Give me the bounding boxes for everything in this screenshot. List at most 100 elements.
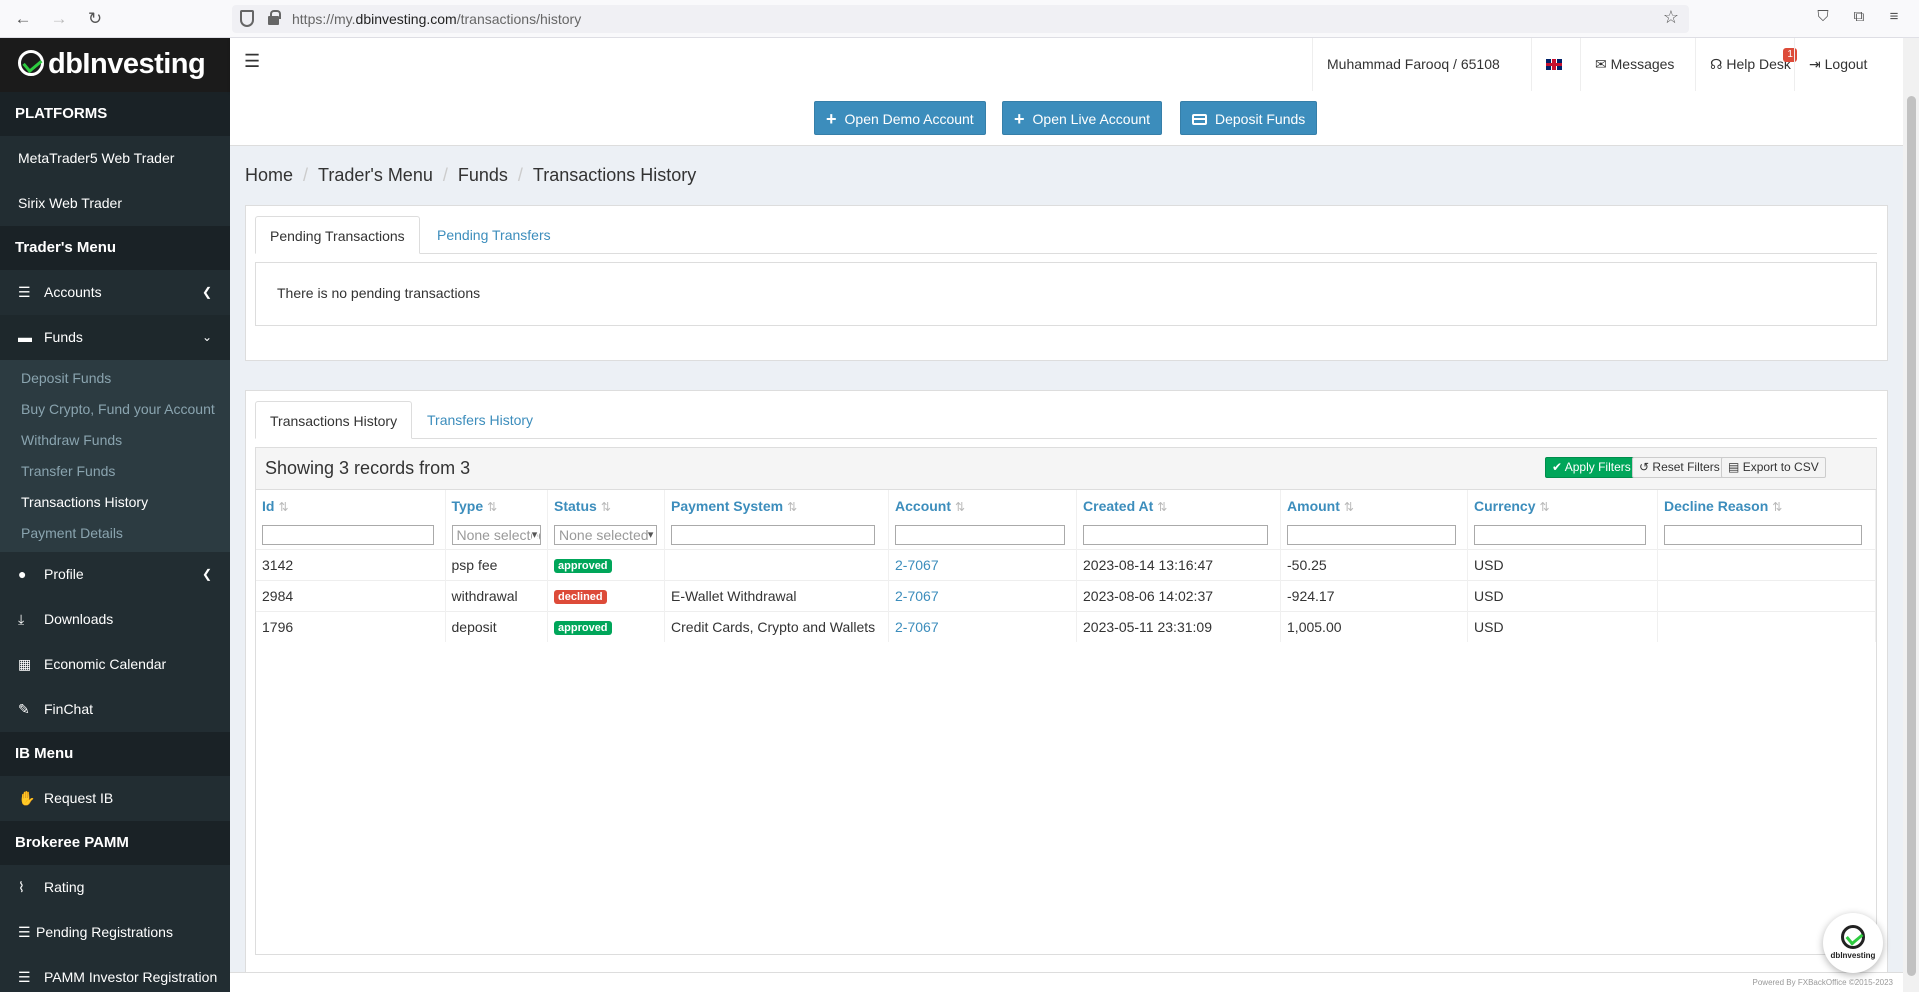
messages-button[interactable]: ✉ Messages [1580,38,1688,91]
cell-created-at: 2023-05-11 23:31:09 [1076,610,1282,642]
language-selector[interactable] [1531,38,1576,91]
top-navbar: ☰ Muhammad Farooq / 65108 ✉ Messages ☊ H… [230,38,1903,91]
breadcrumb-funds[interactable]: Funds [458,165,508,185]
open-demo-account-button[interactable]: + Open Demo Account [814,101,986,135]
tab-transactions-history[interactable]: Transactions History [255,401,413,439]
url-text[interactable]: https://my.dbinvesting.com/transactions/… [292,11,581,27]
sort-icon: ⇅ [600,499,611,514]
lock-icon[interactable] [268,10,281,25]
help-desk-button[interactable]: ☊ Help Desk 1 [1695,38,1805,91]
sidebar-item-profile[interactable]: ● Profile ❮ [0,552,230,597]
sidebar-toggle-icon[interactable]: ☰ [244,51,260,72]
cell-type: withdrawal [445,579,549,611]
column-currency[interactable]: Currency ⇅ [1467,490,1659,521]
section-traders-menu: Trader's Menu [0,226,230,270]
reload-icon[interactable]: ↻ [84,8,106,30]
column-account[interactable]: Account ⇅ [888,490,1078,521]
breadcrumb-traders-menu[interactable]: Trader's Menu [318,165,433,185]
extensions-icon[interactable]: ⧉ [1849,8,1869,28]
credit-card-icon [1192,114,1207,125]
sidebar-item-accounts[interactable]: ☰ Accounts ❮ [0,270,230,315]
forward-icon[interactable]: → [48,8,70,30]
column-type[interactable]: Type ⇅ [445,490,549,521]
back-icon[interactable]: ← [12,8,34,30]
filter-type-select[interactable]: None selected [451,524,542,545]
chat-widget-button[interactable]: dbInvesting [1823,913,1883,973]
filter-amount-input[interactable] [1287,524,1457,545]
reset-filters-button[interactable]: ↺ Reset Filters [1632,457,1727,478]
breadcrumb-home[interactable]: Home [245,165,293,185]
status-badge: approved [554,621,612,636]
sort-icon: ⇅ [487,499,498,514]
sidebar-item-rating[interactable]: ⌇ Rating [0,865,230,910]
scrollbar-thumb[interactable] [1907,96,1916,976]
sidebar-subitem-transfer-funds[interactable]: Transfer Funds [0,456,230,487]
sidebar-item-downloads[interactable]: ⤓ Downloads [0,597,230,642]
shield-icon[interactable] [240,10,254,27]
cell-payment-system: Credit Cards, Crypto and Wallets [664,610,890,642]
sidebar-subitem-withdraw-funds[interactable]: Withdraw Funds [0,425,230,456]
account-link[interactable]: 2-7067 [895,557,939,573]
account-link[interactable]: 2-7067 [895,588,939,604]
open-live-account-button[interactable]: + Open Live Account [1002,101,1163,135]
sort-icon: ⇅ [955,499,966,514]
sidebar-subitem-payment-details[interactable]: Payment Details [0,518,230,549]
account-link[interactable]: 2-7067 [895,619,939,635]
breadcrumb: Home / Trader's Menu / Funds / Transactions Hi… [245,165,697,185]
column-id[interactable]: Id ⇅ [256,490,446,521]
column-payment-system[interactable]: Payment System ⇅ [664,490,890,521]
cell-amount: -50.25 [1280,548,1469,580]
filter-currency-input[interactable] [1474,524,1647,545]
brand-logo[interactable]: dbInvesting [0,38,230,92]
deposit-funds-button[interactable]: Deposit Funds [1180,101,1318,135]
sidebar-item-pending-registrations[interactable]: ☰ Pending Registrations [0,910,230,955]
table-row: 1796 deposit approved Credit Cards, Cryp… [256,610,1876,642]
sidebar-item-economic-calendar[interactable]: ▦ Economic Calendar [0,642,230,687]
filter-created-at-input[interactable] [1083,524,1269,545]
sidebar-item-sirix[interactable]: Sirix Web Trader [0,181,230,226]
logout-button[interactable]: ⇥ Logout [1794,38,1881,91]
sidebar: dbInvesting PLATFORMS MetaTrader5 Web Tr… [0,38,230,992]
sidebar-item-pamm-investor-registration[interactable]: ☰ PAMM Investor Registration [0,955,230,992]
column-amount[interactable]: Amount ⇅ [1280,490,1469,521]
tab-pending-transactions[interactable]: Pending Transactions [255,216,420,254]
tab-transfers-history[interactable]: Transfers History [413,401,547,439]
user-account-info[interactable]: Muhammad Farooq / 65108 [1312,38,1514,91]
user-icon: ● [18,566,27,582]
filter-status-select[interactable]: None selected [554,524,658,545]
sidebar-subitem-buy-crypto[interactable]: Buy Crypto, Fund your Account [0,394,230,425]
export-csv-button[interactable]: ▤ Export to CSV [1721,457,1826,478]
column-decline-reason[interactable]: Decline Reason ⇅ [1657,490,1876,521]
tab-pending-transfers[interactable]: Pending Transfers [423,216,565,254]
filter-account-input[interactable] [895,524,1066,545]
sidebar-item-funds[interactable]: ▬ Funds ⌄ [0,315,230,360]
sidebar-subitem-transactions-history[interactable]: Transactions History [0,487,230,518]
list-icon: ☰ [18,969,31,985]
table-row: 2984 withdrawal declined E-Wallet Withdr… [256,579,1876,611]
pocket-icon[interactable]: ⛉ [1813,8,1833,28]
sidebar-subitem-deposit-funds[interactable]: Deposit Funds [0,363,230,394]
history-tabs: Transactions History Transfers History [255,401,1877,439]
transactions-table-box: Showing 3 records from 3 ✔ Apply Filters… [255,447,1877,955]
apply-filters-button[interactable]: ✔ Apply Filters [1545,457,1638,478]
column-status[interactable]: Status ⇅ [547,490,666,521]
sidebar-item-mt5[interactable]: MetaTrader5 Web Trader [0,136,230,181]
bookmark-star-icon[interactable]: ☆ [1663,7,1679,28]
menu-icon[interactable]: ≡ [1884,8,1904,28]
cell-created-at: 2023-08-06 14:02:37 [1076,579,1282,611]
address-bar[interactable]: https://my.dbinvesting.com/transactions/… [232,5,1689,33]
sort-icon: ⇅ [278,499,289,514]
sidebar-item-finchat[interactable]: ✎ FinChat [0,687,230,732]
main-content: + Open Demo Account + Open Live Account De… [230,91,1903,992]
handshake-icon: ✋ [18,790,36,806]
filter-payment-system-input[interactable] [671,524,875,545]
pending-tabs: Pending Transactions Pending Transfers [255,216,1877,254]
sort-icon: ⇅ [1539,499,1550,514]
filter-decline-reason-input[interactable] [1664,524,1863,545]
filter-id-input[interactable] [262,524,434,545]
scrollbar[interactable] [1903,38,1919,992]
sidebar-item-request-ib[interactable]: ✋ Request IB [0,776,230,821]
uk-flag-icon [1546,59,1562,70]
column-created-at[interactable]: Created At ⇅ [1076,490,1282,521]
browser-toolbar: ← → ↻ https://my.dbinvesting.com/transac… [0,0,1919,38]
